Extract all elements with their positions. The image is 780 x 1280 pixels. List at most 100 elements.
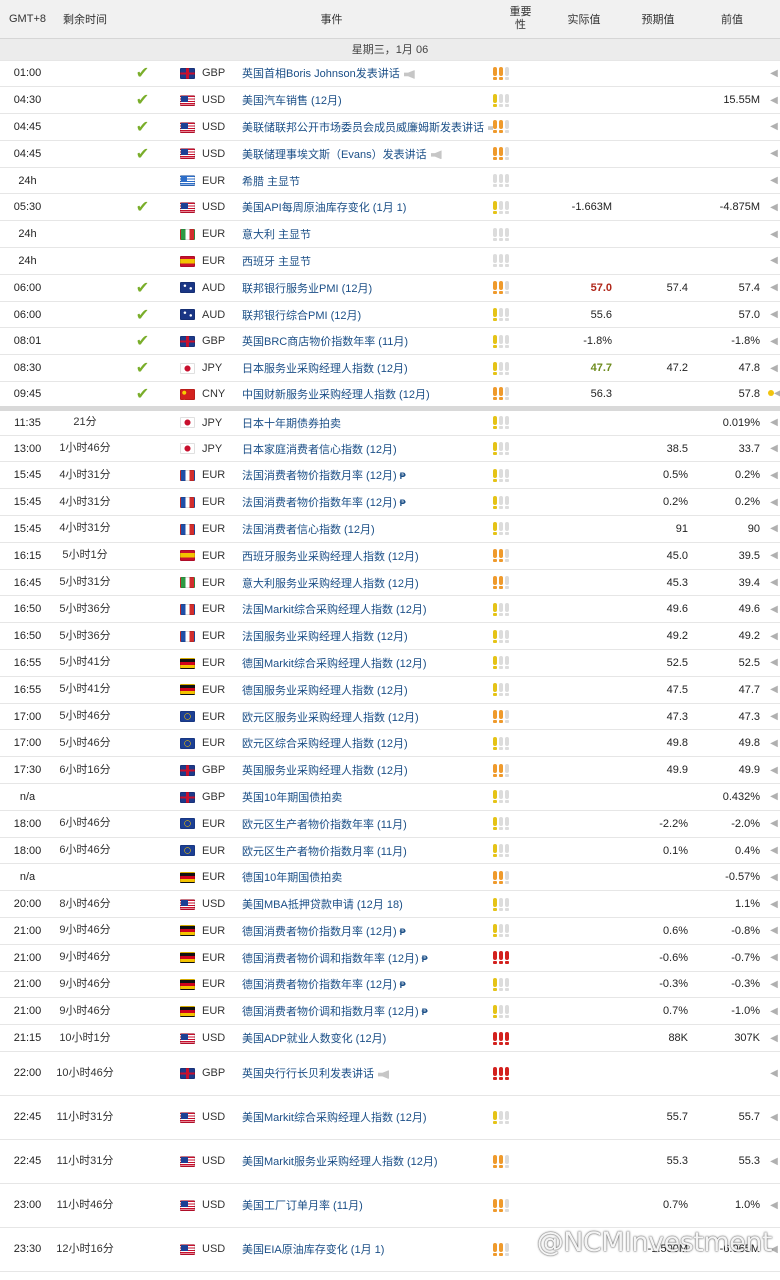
event-link[interactable]: 法国消费者物价指数月率 (12月) <box>242 470 397 482</box>
table-row[interactable]: 11:35 21分 JPY 日本十年期债券拍卖 0.019% ◀ <box>0 405 780 436</box>
expand-cell[interactable]: ◀ <box>768 1183 780 1228</box>
expand-cell[interactable]: ◀ <box>768 113 780 141</box>
expand-arrow-icon[interactable]: ◀ <box>770 1112 778 1123</box>
expand-cell[interactable]: ◀ <box>768 971 780 999</box>
expand-cell[interactable]: ◀ <box>768 703 780 731</box>
event-cell[interactable]: 意大利 主显节 <box>238 220 494 249</box>
event-cell[interactable]: 德国消费者物价调和指数年率 (12月) ₱ <box>238 944 494 972</box>
table-row[interactable]: 15:45 4小时31分 EUR 法国消费者物价指数年率 (12月) ₱ 0.2% 0.2%… <box>0 488 780 517</box>
expand-arrow-icon[interactable]: ◀ <box>770 202 778 213</box>
event-cell[interactable]: 美联储理事埃文斯（Evans）发表讲话 <box>238 140 494 168</box>
event-cell[interactable]: 英国10年期国债拍卖 <box>238 783 494 811</box>
event-link[interactable]: 美联储联邦公开市场委员会成员威廉姆斯发表讲话 <box>242 122 484 134</box>
expand-cell[interactable]: ◀ <box>768 1227 780 1272</box>
event-link[interactable]: 美国Markit服务业采购经理人指数 (12月) <box>242 1156 438 1168</box>
table-row[interactable]: 21:15 10小时1分 USD 美国ADP就业人数变化 (12月) 88K 307K ◀ <box>0 1024 780 1052</box>
expand-cell[interactable]: ◀ <box>768 569 780 597</box>
table-row[interactable]: 16:50 5小时36分 EUR 法国Markit综合采购经理人指数 (12月) 49.… <box>0 595 780 624</box>
event-cell[interactable]: 美国MBA抵押贷款申请 (12月 18) <box>238 890 494 918</box>
event-cell[interactable]: 联邦银行综合PMI (12月) <box>238 301 494 329</box>
expand-cell[interactable]: ◀ <box>768 595 780 624</box>
event-cell[interactable]: 西班牙服务业采购经理人指数 (12月) <box>238 542 494 570</box>
event-cell[interactable]: 欧元区生产者物价指数月率 (11月) <box>238 837 494 865</box>
table-row[interactable]: 16:50 5小时36分 EUR 法国服务业采购经理人指数 (12月) 49.2 49.2… <box>0 622 780 651</box>
expand-cell[interactable]: ◀ <box>768 1024 780 1052</box>
expand-cell[interactable]: ◀ <box>768 327 780 356</box>
event-cell[interactable]: 意大利服务业采购经理人指数 (12月) <box>238 569 494 597</box>
event-link[interactable]: 德国消费者物价调和指数年率 (12月) <box>242 953 419 965</box>
expand-cell[interactable]: ◀ <box>768 810 780 838</box>
expand-cell[interactable]: ◀ <box>768 756 780 785</box>
event-link[interactable]: 德国Markit综合采购经理人指数 (12月) <box>242 658 427 670</box>
expand-arrow-icon[interactable]: ◀ <box>770 684 778 695</box>
event-cell[interactable]: 欧元区服务业采购经理人指数 (12月) <box>238 703 494 731</box>
event-cell[interactable]: 日本服务业采购经理人指数 (12月) <box>238 354 494 383</box>
event-cell[interactable]: 德国消费者物价指数年率 (12月) ₱ <box>238 971 494 999</box>
table-row[interactable]: 23:30 12小时16分 USD 美国EIA原油库存变化 (1月 1) -1.500M… <box>0 1227 780 1272</box>
expand-cell[interactable]: ◀ <box>768 729 780 758</box>
table-row[interactable]: 18:00 6小时46分 EUR 欧元区生产者物价指数月率 (11月) 0.1% 0.4%… <box>0 837 780 865</box>
expand-cell[interactable]: ◀ <box>768 863 780 892</box>
table-row[interactable]: 17:30 6小时16分 GBP 英国服务业采购经理人指数 (12月) 49.9 49.9… <box>0 756 780 785</box>
event-link[interactable]: 欧元区综合采购经理人指数 (12月) <box>242 738 408 750</box>
event-cell[interactable]: 法国消费者物价指数年率 (12月) ₱ <box>238 488 494 517</box>
expand-cell[interactable]: ◀ <box>768 381 780 409</box>
event-link[interactable]: 日本服务业采购经理人指数 (12月) <box>242 363 408 375</box>
event-link[interactable]: 英国BRC商店物价指数年率 (11月) <box>242 336 408 348</box>
event-link[interactable]: 美国EIA原油库存变化 (1月 1) <box>242 1244 384 1256</box>
expand-cell[interactable]: ◀ <box>768 542 780 570</box>
table-row[interactable]: 23:00 11小时46分 USD 美国工厂订单月率 (11月) 0.7% 1.0% ◀ <box>0 1183 780 1228</box>
event-link[interactable]: 欧元区生产者物价指数月率 (11月) <box>242 846 407 858</box>
event-link[interactable]: 美国API每周原油库存变化 (1月 1) <box>242 202 406 214</box>
event-link[interactable]: 英国首相Boris Johnson发表讲话 <box>242 68 400 80</box>
expand-cell[interactable]: ◀ <box>768 1095 780 1140</box>
event-cell[interactable]: 欧元区综合采购经理人指数 (12月) <box>238 729 494 758</box>
expand-arrow-icon[interactable]: ◀ <box>770 121 778 132</box>
expand-cell[interactable]: ◀ <box>768 461 780 490</box>
expand-arrow-icon[interactable]: ◀ <box>770 470 778 481</box>
event-link[interactable]: 英国央行行长贝利发表讲话 <box>242 1068 374 1080</box>
table-row[interactable]: 17:00 5小时46分 EUR 欧元区综合采购经理人指数 (12月) 49.8 49.8… <box>0 729 780 758</box>
event-cell[interactable]: 英国央行行长贝利发表讲话 <box>238 1051 494 1096</box>
event-link[interactable]: 英国服务业采购经理人指数 (12月) <box>242 765 408 777</box>
table-row[interactable]: 24h EUR 西班牙 主显节 ◀ <box>0 247 780 275</box>
event-link[interactable]: 美联储理事埃文斯（Evans）发表讲话 <box>242 149 427 161</box>
table-row[interactable]: 04:45 ✔ USD 美联储联邦公开市场委员会成员威廉姆斯发表讲话 ◀ <box>0 113 780 141</box>
event-cell[interactable]: 美国API每周原油库存变化 (1月 1) <box>238 193 494 222</box>
event-cell[interactable]: 日本家庭消费者信心指数 (12月) <box>238 435 494 463</box>
event-link[interactable]: 西班牙 主显节 <box>242 256 311 268</box>
expand-arrow-icon[interactable]: ◀ <box>770 979 778 990</box>
expand-cell[interactable]: ◀ <box>768 622 780 651</box>
expand-arrow-icon[interactable]: ◀ <box>770 872 778 883</box>
event-cell[interactable]: 德国消费者物价调和指数月率 (12月) ₱ <box>238 997 494 1026</box>
event-link[interactable]: 欧元区生产者物价指数年率 (11月) <box>242 819 407 831</box>
event-link[interactable]: 德国10年期国债拍卖 <box>242 872 342 884</box>
expand-arrow-icon[interactable]: ◀ <box>770 95 778 106</box>
expand-cell[interactable]: ◀ <box>768 405 780 436</box>
table-row[interactable]: 04:30 ✔ USD 美国汽车销售 (12月) 15.55M ◀ <box>0 86 780 115</box>
expand-cell[interactable]: ◀ <box>768 515 780 543</box>
table-row[interactable]: 06:00 ✔ AUD 联邦银行综合PMI (12月) 55.6 57.0 ◀ <box>0 301 780 329</box>
expand-arrow-icon[interactable]: ◀ <box>770 657 778 668</box>
expand-cell[interactable]: ◀ <box>768 167 780 195</box>
expand-arrow-icon[interactable]: ◀ <box>770 1033 778 1044</box>
event-link[interactable]: 美国MBA抵押贷款申请 (12月 18) <box>242 899 403 911</box>
event-cell[interactable]: 德国服务业采购经理人指数 (12月) <box>238 676 494 704</box>
event-link[interactable]: 德国消费者物价调和指数月率 (12月) <box>242 1006 419 1018</box>
table-row[interactable]: 06:00 ✔ AUD 联邦银行服务业PMI (12月) 57.0 57.4 57.4 ◀ <box>0 274 780 302</box>
event-cell[interactable]: 法国服务业采购经理人指数 (12月) <box>238 622 494 651</box>
expand-arrow-icon[interactable]: ◀ <box>770 604 778 615</box>
expand-cell[interactable]: ◀ <box>768 86 780 115</box>
table-row[interactable]: 01:00 ✔ GBP 英国首相Boris Johnson发表讲话 ◀ <box>0 60 780 88</box>
event-link[interactable]: 美国汽车销售 (12月) <box>242 95 342 107</box>
event-cell[interactable]: 法国消费者物价指数月率 (12月) ₱ <box>238 461 494 490</box>
table-row[interactable]: 22:00 10小时46分 GBP 英国央行行长贝利发表讲话 ◀ <box>0 1051 780 1096</box>
expand-arrow-icon[interactable]: ◀ <box>770 818 778 829</box>
expand-cell[interactable]: ◀ <box>768 1139 780 1184</box>
table-row[interactable]: 16:15 5小时1分 EUR 西班牙服务业采购经理人指数 (12月) 45.0 39.5… <box>0 542 780 570</box>
expand-arrow-icon[interactable]: ◀ <box>770 899 778 910</box>
expand-arrow-icon[interactable]: ◀ <box>770 791 778 802</box>
expand-arrow-icon[interactable]: ◀ <box>770 550 778 561</box>
expand-cell[interactable]: ◀ <box>768 488 780 517</box>
expand-cell[interactable]: ◀ <box>768 837 780 865</box>
